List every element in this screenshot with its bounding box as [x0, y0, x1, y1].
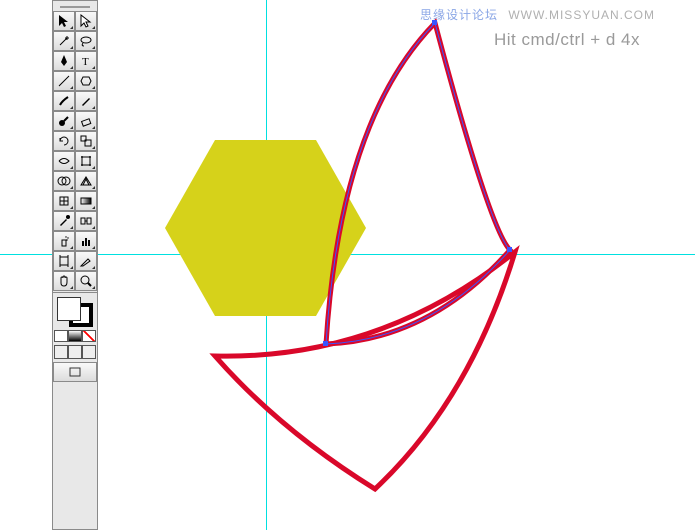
paintbrush-tool[interactable] [53, 91, 75, 111]
line-segment-tool[interactable] [53, 71, 75, 91]
artwork-stage [0, 0, 695, 530]
perspective-grid-tool[interactable] [75, 171, 97, 191]
type-tool[interactable]: T [75, 51, 97, 71]
magic-wand-tool[interactable] [53, 31, 75, 51]
width-tool[interactable] [53, 151, 75, 171]
gradient-tool[interactable] [75, 191, 97, 211]
lasso-tool[interactable] [75, 31, 97, 51]
rectangle-tool[interactable] [75, 71, 97, 91]
color-mode-gradient[interactable] [68, 330, 82, 342]
watermark-en: WWW.MISSYUAN.COM [508, 8, 655, 22]
divider [53, 292, 97, 293]
watermark: 思缘设计论坛 WWW.MISSYUAN.COM [420, 6, 655, 23]
selection-path [326, 23, 510, 344]
symbol-spray-tool[interactable] [53, 231, 75, 251]
zoom-tool[interactable] [75, 271, 97, 291]
anchor-point [507, 247, 512, 252]
selection-tool[interactable] [53, 11, 75, 31]
petal-shape-1 [326, 23, 510, 344]
color-mode-solid[interactable] [54, 330, 68, 342]
column-graph-tool[interactable] [75, 231, 97, 251]
blob-brush-tool[interactable] [53, 111, 75, 131]
guide-vertical[interactable] [266, 0, 267, 530]
screen-mode-button[interactable] [53, 362, 97, 382]
draw-mode-normal[interactable] [54, 345, 68, 359]
pen-tool[interactable] [53, 51, 75, 71]
panel-gripper[interactable] [53, 3, 97, 11]
hand-tool[interactable] [53, 271, 75, 291]
slice-tool[interactable] [75, 251, 97, 271]
draw-mode-inside[interactable] [82, 345, 96, 359]
eraser-tool[interactable] [75, 111, 97, 131]
mesh-tool[interactable] [53, 191, 75, 211]
svg-text:T: T [82, 56, 89, 68]
guide-horizontal[interactable] [0, 254, 695, 255]
fill-swatch[interactable] [57, 297, 81, 321]
anchor-point [323, 341, 328, 346]
watermark-cn: 思缘设计论坛 [420, 8, 498, 22]
shape-builder-tool[interactable] [53, 171, 75, 191]
fill-stroke-swatch[interactable] [57, 297, 93, 327]
petal-shape-2 [215, 252, 515, 489]
pencil-tool[interactable] [75, 91, 97, 111]
scale-tool[interactable] [75, 131, 97, 151]
free-transform-tool[interactable] [75, 151, 97, 171]
artboard-tool[interactable] [53, 251, 75, 271]
blend-tool[interactable] [75, 211, 97, 231]
eyedropper-tool[interactable] [53, 211, 75, 231]
instruction-hint: Hit cmd/ctrl + d 4x [494, 30, 640, 50]
color-swatches [53, 294, 97, 385]
rotate-tool[interactable] [53, 131, 75, 151]
direct-selection-tool[interactable] [75, 11, 97, 31]
draw-mode-behind[interactable] [68, 345, 82, 359]
tools-panel[interactable]: T [52, 0, 98, 530]
color-mode-none[interactable] [82, 330, 96, 342]
artboard-canvas[interactable]: 思缘设计论坛 WWW.MISSYUAN.COM Hit cmd/ctrl + d… [0, 0, 695, 530]
